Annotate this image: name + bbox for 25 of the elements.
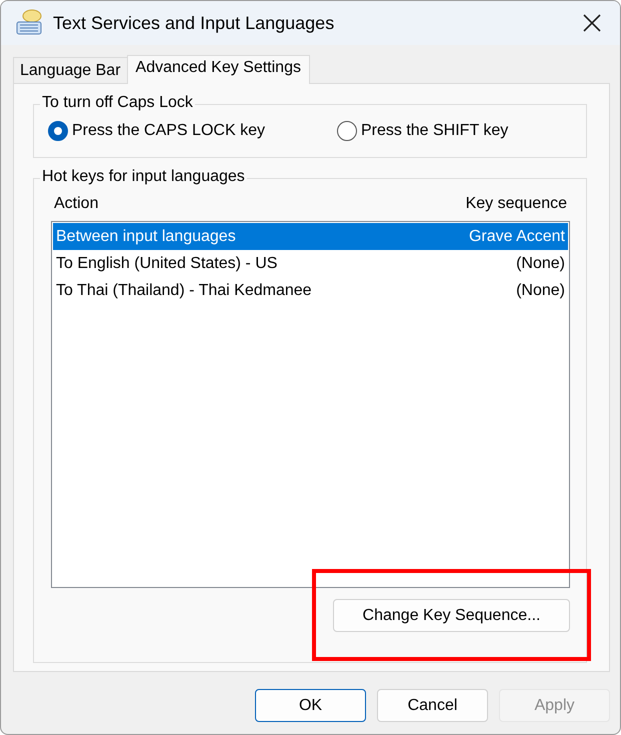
dialog-button[interactable]: OK [255, 689, 366, 722]
key-sequence-text: Grave Accent [468, 228, 565, 246]
radio-label[interactable]: Press the SHIFT key [360, 122, 508, 140]
column-header: Key sequence [466, 195, 567, 214]
key-sequence-text: (None) [516, 282, 565, 300]
close-icon[interactable] [582, 13, 602, 33]
tab[interactable]: Advanced Key Settings [126, 55, 310, 84]
action-text: To English (United States) - US [56, 254, 278, 272]
tab[interactable]: Language Bar [13, 57, 128, 83]
column-header: Action [54, 195, 98, 214]
key-sequence-text: (None) [516, 254, 565, 272]
list-row[interactable]: To Thai (Thailand) - Thai Kedmanee (None) [53, 277, 568, 304]
radio-button[interactable] [48, 121, 68, 141]
radio-label[interactable]: Press the CAPS LOCK key [72, 122, 265, 140]
list-row[interactable]: To English (United States) - US (None) [53, 250, 568, 277]
window-title: Text Services and Input Languages [53, 12, 336, 34]
radio-button[interactable] [336, 121, 357, 141]
group-title: To turn off Caps Lock [40, 94, 195, 112]
change-key-sequence-button[interactable]: Change Key Sequence... [333, 599, 570, 632]
group-title: Hot keys for input languages [40, 168, 247, 186]
list-row[interactable]: Between input languages Grave Accent [53, 223, 568, 250]
action-text: To Thai (Thailand) - Thai Kedmanee [56, 282, 312, 300]
dialog-button[interactable]: Cancel [377, 689, 488, 722]
action-text: Between input languages [56, 228, 236, 246]
keyboard-icon [15, 9, 43, 37]
